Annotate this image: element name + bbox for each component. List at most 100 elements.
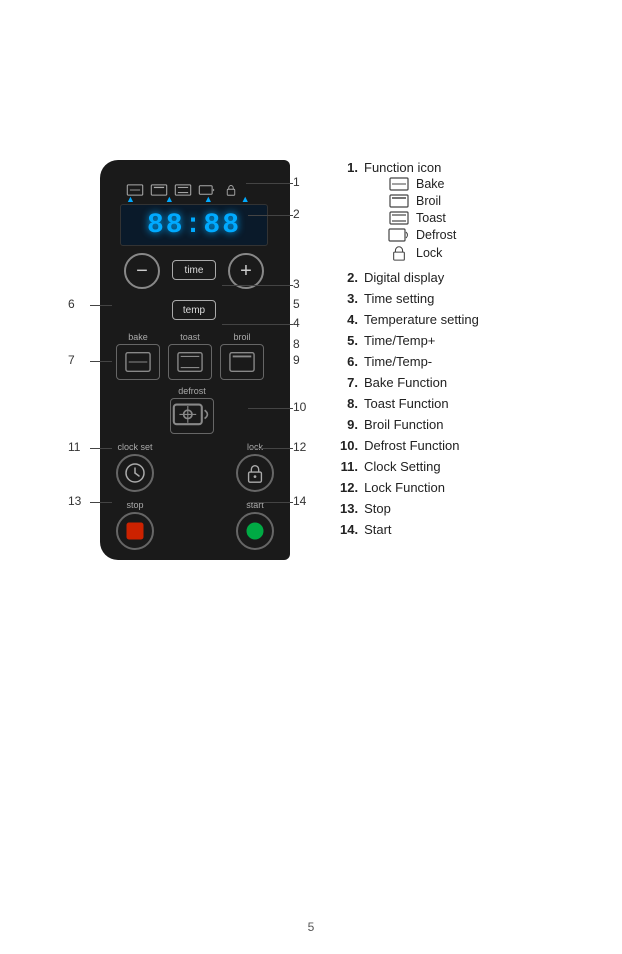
callout-5: 5	[293, 297, 300, 311]
legend-num-2: 2.	[340, 270, 358, 285]
callout-12-text: 12	[293, 440, 306, 454]
display-text: 88:88	[147, 210, 241, 241]
arrow1: ▲	[126, 194, 135, 204]
toast-function-btn[interactable]: toast	[168, 332, 212, 380]
callout-1: 1	[293, 175, 300, 189]
legend-item-3: 3. Time setting	[340, 291, 580, 306]
callout-11-text: 11	[68, 440, 80, 454]
legend-text-13: Stop	[364, 501, 391, 516]
callout-14-text: 14	[293, 494, 306, 508]
callout-12: 12	[293, 440, 306, 454]
broil-sub-icon	[388, 194, 410, 208]
legend-item-12: 12. Lock Function	[340, 480, 580, 495]
legend-sub-bake: Bake	[388, 177, 456, 191]
legend-num-3: 3.	[340, 291, 358, 306]
callout-9-text: 9	[293, 353, 300, 367]
line-12	[248, 448, 293, 449]
callout-1-text: 1	[293, 175, 300, 189]
bake-sub-icon	[388, 177, 410, 191]
legend-num-10: 10.	[340, 438, 358, 453]
oven-panel: ▲ ▲ ▲ ▲ 88:88 time − + temp bake	[100, 160, 290, 560]
lock-button[interactable]	[236, 454, 274, 492]
callout-2: 2	[293, 207, 300, 221]
legend-text-9: Broil Function	[364, 417, 443, 432]
plus-icon: +	[240, 260, 252, 283]
legend-item-7: 7. Bake Function	[340, 375, 580, 390]
page-number: 5	[308, 920, 315, 934]
line-6	[90, 305, 112, 306]
legend-num-5: 5.	[340, 333, 358, 348]
bake-sub-label: Bake	[416, 177, 445, 191]
legend-num-13: 13.	[340, 501, 358, 516]
arrow2: ▲	[165, 194, 174, 204]
defrost-sub-icon	[388, 228, 410, 242]
legend-text-4: Temperature setting	[364, 312, 479, 327]
bake-function-btn[interactable]: bake	[116, 332, 160, 380]
defrost-label: defrost	[178, 386, 206, 396]
line-4	[222, 324, 293, 325]
legend-num-1: 1.	[340, 160, 358, 175]
legend-num-7: 7.	[340, 375, 358, 390]
lock-sub-icon	[388, 245, 410, 261]
line-11	[90, 448, 112, 449]
legend-sub-defrost: Defrost	[388, 228, 456, 242]
temp-button[interactable]: temp	[172, 300, 216, 320]
legend-text-2: Digital display	[364, 270, 444, 285]
legend-item-10: 10. Defrost Function	[340, 438, 580, 453]
callout-7-text: 7	[68, 353, 75, 367]
stop-label: stop	[126, 500, 143, 510]
callout-3: 3	[293, 277, 300, 291]
callout-5-text: 5	[293, 297, 300, 311]
toast-sub-label: Toast	[416, 211, 446, 225]
arrows-row: ▲ ▲ ▲ ▲	[126, 194, 250, 204]
lock-sub-label: Lock	[416, 246, 442, 260]
toast-btn-box[interactable]	[168, 344, 212, 380]
line-2	[248, 215, 293, 216]
defrost-area: defrost	[170, 386, 214, 434]
callout-6: 6	[68, 297, 75, 311]
callout-11: 11	[68, 440, 80, 454]
legend-item-11: 11. Clock Setting	[340, 459, 580, 474]
callout-4: 4	[293, 316, 300, 330]
broil-function-btn[interactable]: broil	[220, 332, 264, 380]
legend-num-4: 4.	[340, 312, 358, 327]
lock-area: lock	[236, 442, 274, 492]
clock-label: clock set	[117, 442, 152, 452]
legend-num-6: 6.	[340, 354, 358, 369]
digital-display: 88:88	[120, 204, 268, 246]
broil-btn-box[interactable]	[220, 344, 264, 380]
line-1	[246, 183, 293, 184]
clock-button[interactable]	[116, 454, 154, 492]
time-button[interactable]: time	[172, 260, 216, 280]
legend-item-2: 2. Digital display	[340, 270, 580, 285]
legend-item-13: 13. Stop	[340, 501, 580, 516]
callout-13: 13	[68, 494, 81, 508]
bake-btn-box[interactable]	[116, 344, 160, 380]
start-button[interactable]	[236, 512, 274, 550]
legend-sub-toast: Toast	[388, 211, 456, 225]
stop-button[interactable]	[116, 512, 154, 550]
legend-text-14: Start	[364, 522, 391, 537]
lock-label: lock	[247, 442, 263, 452]
legend-text-11: Clock Setting	[364, 459, 441, 474]
legend-item-1: 1. Function icon Bake	[340, 160, 580, 264]
callout-7: 7	[68, 353, 75, 367]
legend-num-12: 12.	[340, 480, 358, 495]
arrow4: ▲	[241, 194, 250, 204]
minus-button[interactable]: −	[124, 253, 160, 289]
clock-area: clock set	[116, 442, 154, 492]
defrost-button[interactable]	[170, 398, 214, 434]
legend-sub-broil: Broil	[388, 194, 456, 208]
legend: 1. Function icon Bake	[340, 160, 580, 543]
legend-text-10: Defrost Function	[364, 438, 459, 453]
function-buttons-row: bake toast	[116, 332, 264, 380]
stop-start-row: stop start	[116, 500, 274, 550]
legend-text-7: Bake Function	[364, 375, 447, 390]
line-10	[248, 408, 293, 409]
callout-8: 8	[293, 337, 300, 351]
callout-13-text: 13	[68, 494, 81, 508]
callout-3-text: 3	[293, 277, 300, 291]
legend-item-4: 4. Temperature setting	[340, 312, 580, 327]
plus-button[interactable]: +	[228, 253, 264, 289]
legend-sub-lock: Lock	[388, 245, 456, 261]
